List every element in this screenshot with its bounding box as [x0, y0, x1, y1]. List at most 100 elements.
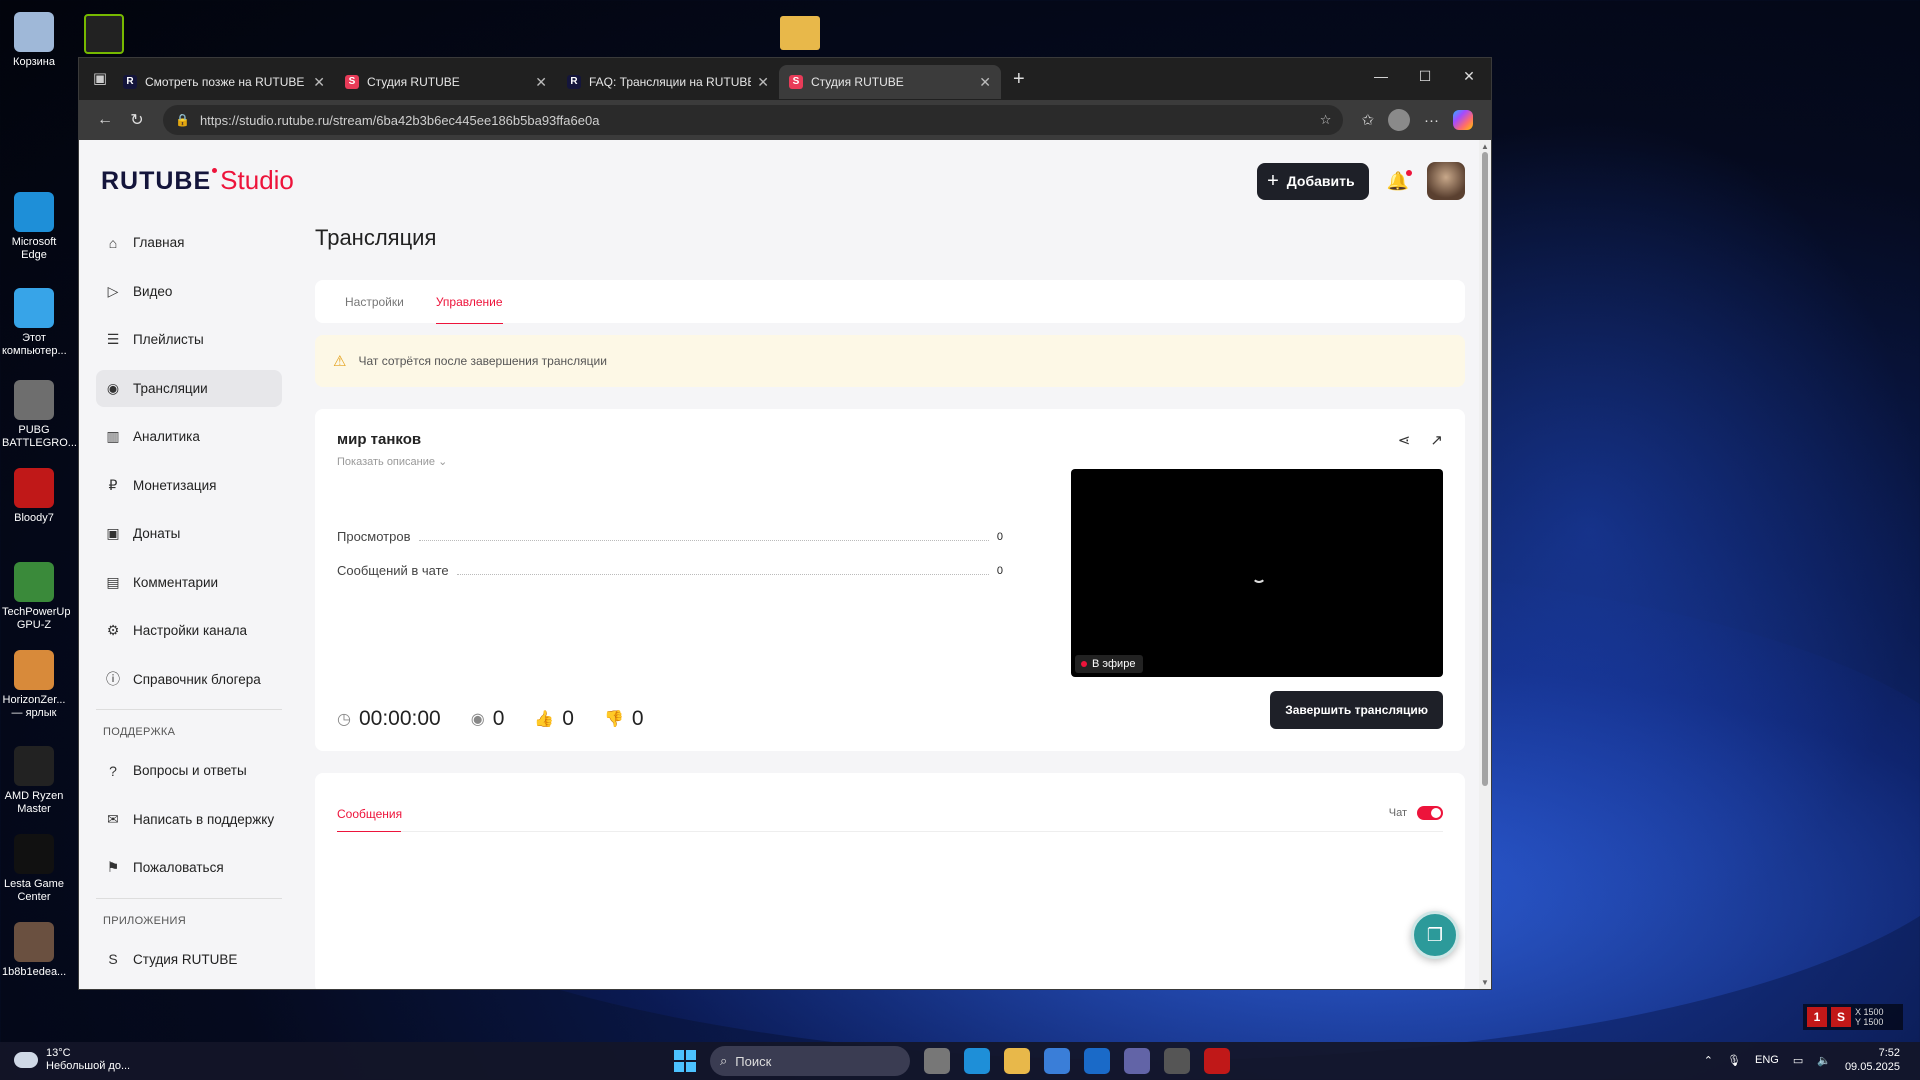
desktop-icon[interactable]: AMD Ryzen Master	[2, 746, 66, 816]
tab-close-icon[interactable]: ✕	[757, 74, 769, 91]
show-description-link[interactable]: Показать описание ⌄	[337, 455, 447, 468]
close-window-button[interactable]: ✕	[1447, 58, 1491, 94]
browser-tab[interactable]: R Смотреть позже на RUTUBE ✕	[113, 65, 335, 99]
sidebar-item[interactable]: ⚑ Пожаловаться	[96, 849, 282, 886]
clock-date: 09.05.2025	[1844, 1061, 1900, 1073]
back-button[interactable]: ←	[89, 111, 121, 129]
start-button[interactable]	[674, 1050, 696, 1072]
support-chat-fab[interactable]: ❐	[1411, 911, 1459, 959]
new-tab-button[interactable]: +	[1013, 68, 1025, 91]
url-field[interactable]: 🔒 https://studio.rutube.ru/stream/6ba42b…	[163, 105, 1344, 135]
desktop-icon[interactable]: HorizonZer... — ярлык	[2, 650, 66, 720]
rutube-studio-logo[interactable]: RUTUBE Studio	[101, 165, 294, 196]
sidebar-item[interactable]: ? Вопросы и ответы	[96, 752, 282, 789]
store-taskbar-icon[interactable]	[1044, 1048, 1070, 1074]
tab-close-icon[interactable]: ✕	[979, 74, 991, 91]
add-button-label: Добавить	[1286, 173, 1355, 189]
nvidia-icon[interactable]	[84, 14, 124, 54]
tray-expand-icon[interactable]: ⌃	[1704, 1054, 1713, 1067]
browser-tab[interactable]: R FAQ: Трансляции на RUTUBE ✕	[557, 65, 779, 99]
notifications-bell-icon[interactable]: 🔔	[1387, 169, 1412, 192]
desktop-icon[interactable]: Bloody7	[2, 468, 66, 525]
browser-tab[interactable]: S Студия RUTUBE ✕	[335, 65, 557, 99]
task-view-icon[interactable]	[924, 1048, 950, 1074]
reload-button[interactable]: ↻	[121, 110, 153, 130]
sidebar-item[interactable]: S Студия RUTUBE	[96, 941, 282, 978]
sidebar-item[interactable]: ⚙ Настройки канала	[96, 612, 282, 649]
dotted-leader	[418, 533, 989, 541]
desktop-icon[interactable]: Microsoft Edge	[2, 192, 66, 262]
desktop-app-icon	[14, 562, 54, 602]
folder-icon[interactable]	[780, 16, 820, 50]
profile-icon[interactable]	[1388, 109, 1410, 131]
messages-tab[interactable]: Сообщения	[337, 807, 402, 821]
sidebar-item[interactable]: ✉ Написать в поддержку	[96, 801, 282, 838]
desktop-icon[interactable]: Этот компьютер...	[2, 288, 67, 358]
tab-close-icon[interactable]: ✕	[535, 74, 547, 91]
chat-toggle-group: Чат	[1389, 806, 1443, 820]
add-button[interactable]: + Добавить	[1257, 162, 1369, 200]
favorites-icon[interactable]: ✩	[1361, 111, 1374, 129]
scrollbar-thumb[interactable]	[1482, 152, 1488, 786]
desktop-icon-label: Этот компьютер...	[2, 332, 67, 357]
copilot-icon[interactable]	[1453, 110, 1473, 130]
more-menu-icon[interactable]: ···	[1424, 112, 1439, 129]
bloody-taskbar-icon[interactable]	[1204, 1048, 1230, 1074]
desktop-icon[interactable]: Корзина	[2, 12, 66, 69]
header-actions: + Добавить 🔔	[1257, 162, 1465, 200]
sidebar-item[interactable]: ⌂ Главная	[96, 224, 282, 261]
sidebar-item-label: Донаты	[133, 526, 181, 541]
sidebar-item[interactable]: ▥ Аналитика	[96, 418, 282, 455]
chat-toggle-switch[interactable]	[1417, 806, 1443, 820]
explorer-taskbar-icon[interactable]	[1004, 1048, 1030, 1074]
sidebar-item[interactable]: ▷ Видео	[96, 273, 282, 310]
desktop-icon[interactable]: TechPowerUp GPU-Z	[2, 562, 70, 632]
favorite-star-icon[interactable]: ☆	[1320, 112, 1332, 128]
video-preview[interactable]: В эфире	[1071, 469, 1443, 677]
overlay-text: X 1500 Y 1500	[1855, 1007, 1884, 1027]
sidebar-item[interactable]: ▣ Донаты	[96, 515, 282, 552]
volume-icon[interactable]: 🔈	[1817, 1054, 1831, 1067]
sidebar-main-nav: ⌂ Главная ▷ Видео ☰ Плейлисты ◉ Трансляции ▥ Анал…	[96, 224, 282, 698]
sidebar-item-label: Вопросы и ответы	[133, 763, 247, 778]
microphone-icon[interactable]: 🎙	[1727, 1054, 1741, 1067]
clock[interactable]: 7:52 09.05.2025	[1845, 1046, 1900, 1074]
app-taskbar-icon[interactable]	[1164, 1048, 1190, 1074]
sidebar-item[interactable]: ₽ Монетизация	[96, 467, 282, 504]
maximize-button[interactable]: ☐	[1403, 58, 1447, 94]
sidebar-item[interactable]: ⓘ Справочник блогера	[96, 661, 282, 698]
network-icon[interactable]: ▭	[1793, 1054, 1803, 1067]
weather-widget[interactable]: 13°C Небольшой до...	[14, 1047, 130, 1073]
user-avatar[interactable]	[1427, 162, 1465, 200]
warning-text: Чат сотрётся после завершения трансляции	[358, 354, 607, 368]
tab-close-icon[interactable]: ✕	[313, 74, 325, 91]
tab-actions-icon[interactable]: ▣	[87, 66, 113, 92]
share-icon[interactable]: ⋖	[1398, 431, 1411, 449]
tab-settings[interactable]: Настройки	[345, 295, 404, 309]
desktop-icon[interactable]: Lesta Game Center	[2, 834, 66, 904]
sidebar-item[interactable]: ▤ Комментарии	[96, 564, 282, 601]
edge-taskbar-icon[interactable]	[964, 1048, 990, 1074]
desktop-icon[interactable]: 1b8b1edea...	[2, 922, 66, 979]
scroll-down-icon[interactable]: ▼	[1481, 978, 1489, 987]
taskbar-search[interactable]: ⌕ Поиск	[710, 1046, 910, 1076]
desktop-icon[interactable]: PUBG BATTLEGRO...	[2, 380, 77, 450]
question-icon: ?	[109, 762, 117, 779]
page-scrollbar[interactable]: ▲ ▼	[1479, 140, 1491, 989]
tab-control[interactable]: Управление	[435, 295, 503, 324]
sidebar-item[interactable]: ◉ Трансляции	[96, 369, 282, 407]
sidebar-divider-2	[96, 897, 282, 899]
browser-tab[interactable]: S Студия RUTUBE ✕	[779, 65, 1001, 99]
teams-taskbar-icon[interactable]	[1124, 1048, 1150, 1074]
chat-toggle-label: Чат	[1388, 807, 1407, 819]
language-indicator[interactable]: ENG	[1755, 1054, 1779, 1066]
sidebar-item[interactable]: ☰ Плейлисты	[96, 321, 282, 358]
tabs-container: R Смотреть позже на RUTUBE ✕ S Студия RUTUBE…	[113, 59, 1001, 99]
outlook-taskbar-icon[interactable]	[1084, 1048, 1110, 1074]
scroll-up-icon[interactable]: ▲	[1481, 142, 1489, 151]
minimize-button[interactable]: —	[1359, 58, 1403, 94]
end-stream-button[interactable]: Завершить трансляцию	[1270, 691, 1443, 729]
open-external-icon[interactable]: ↗	[1430, 431, 1443, 449]
show-description-label: Показать описание	[337, 456, 435, 468]
studio-header: RUTUBE Studio + Добавить 🔔	[79, 140, 1479, 220]
